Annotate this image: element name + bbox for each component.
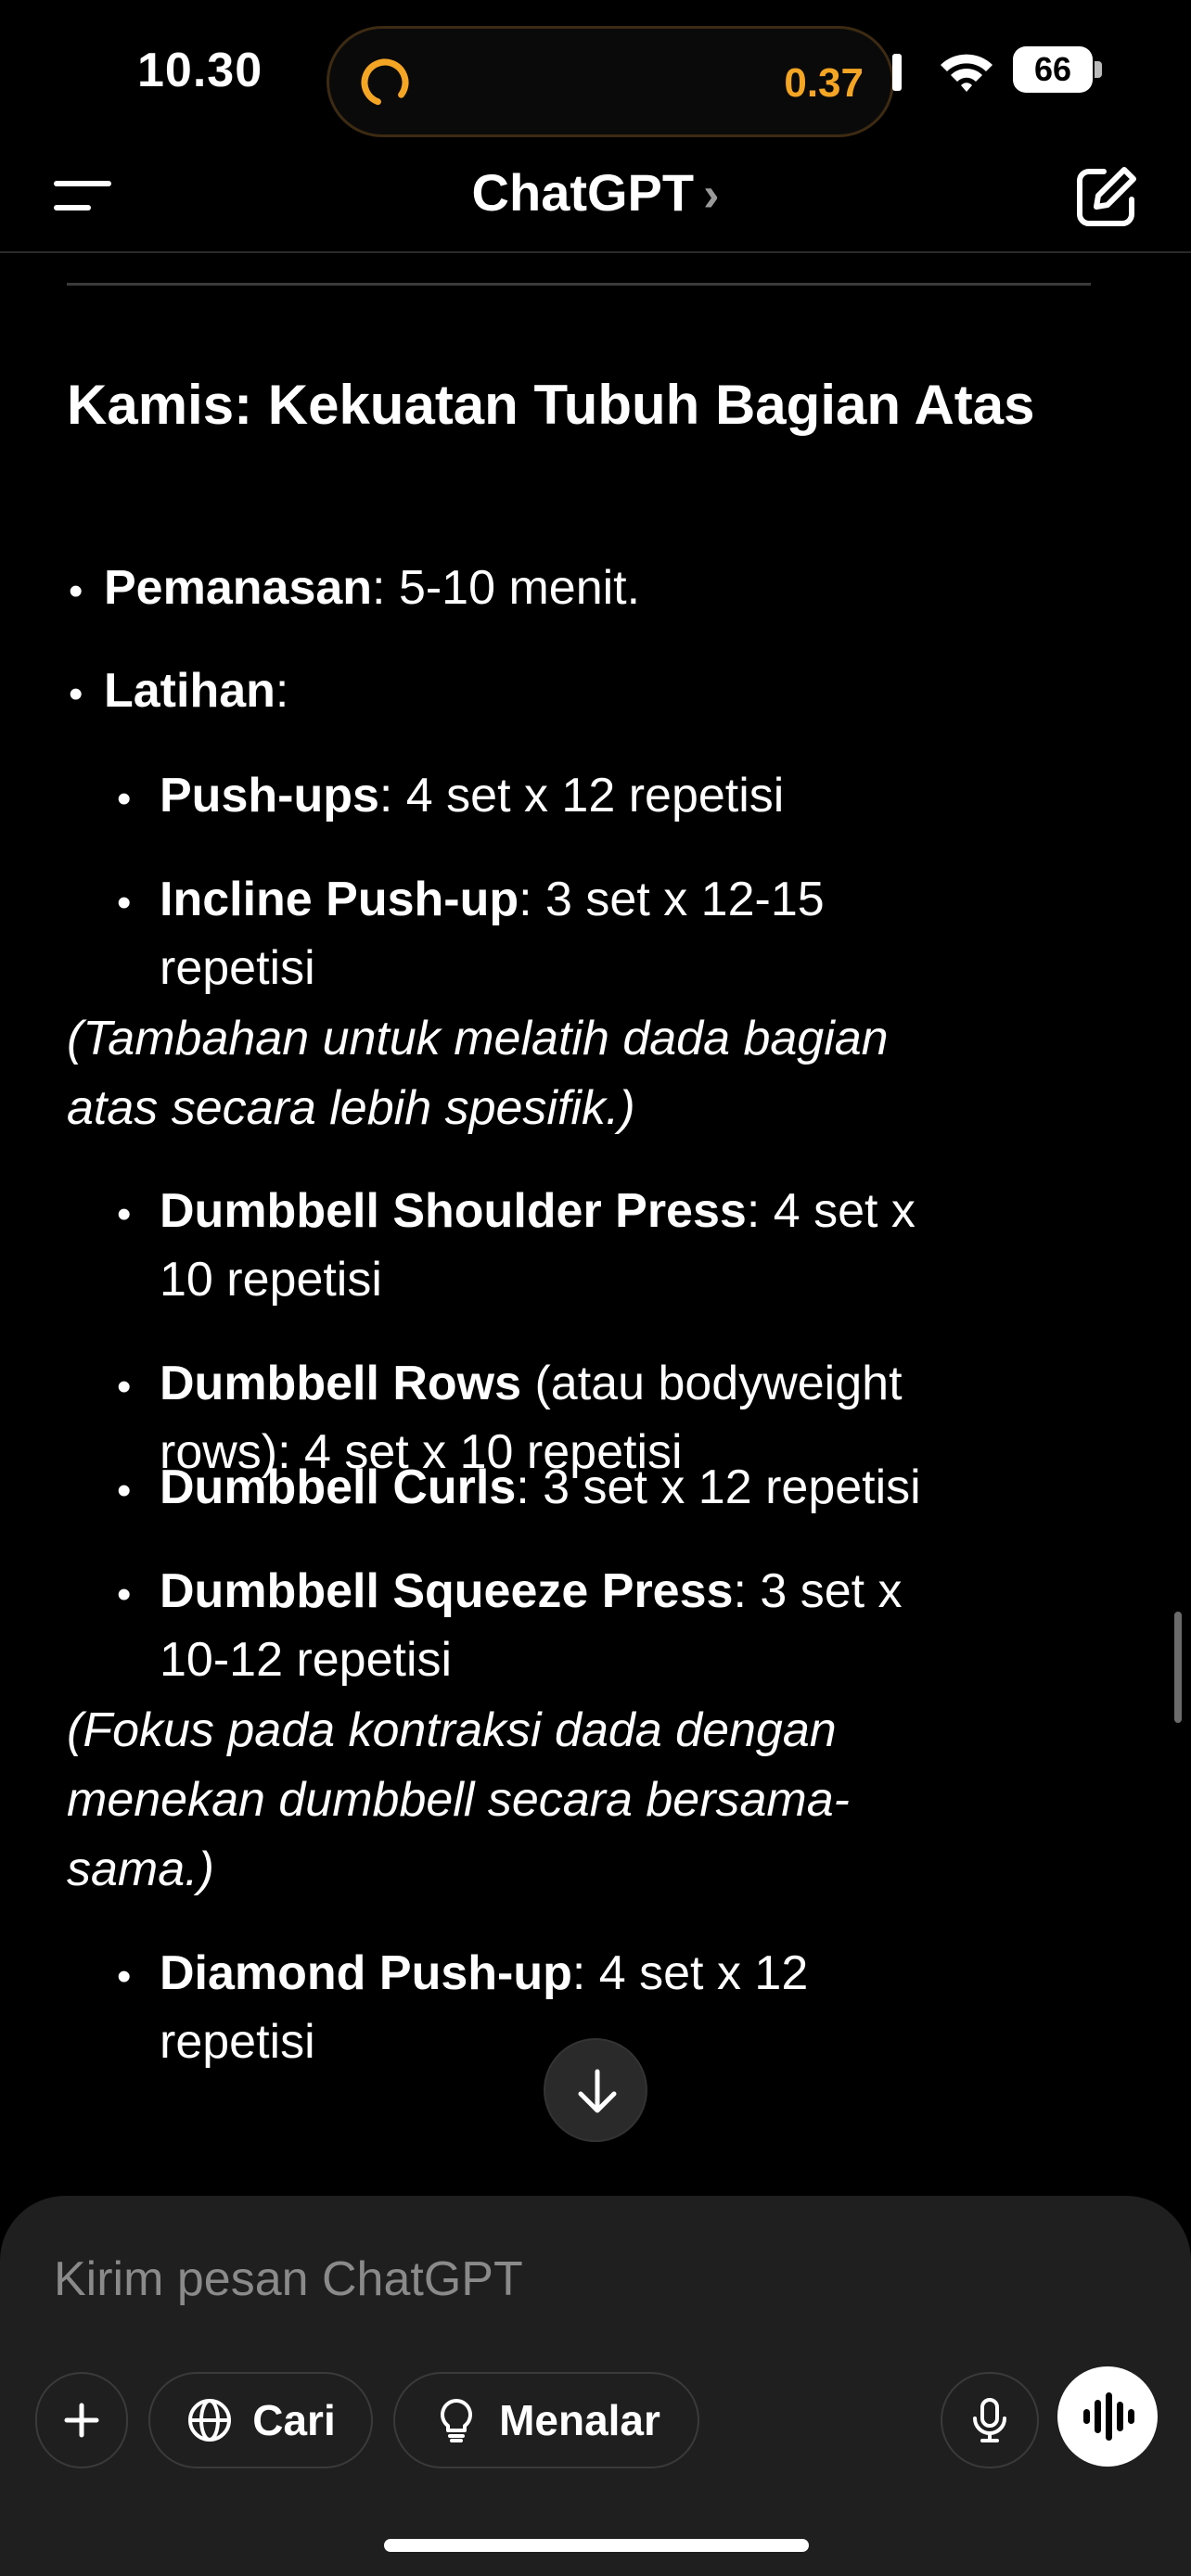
- dynamic-island[interactable]: 0.37: [327, 26, 894, 137]
- waveform-icon: [1083, 2392, 1134, 2441]
- message-composer: Kirim pesan ChatGPT Cari Menalar: [0, 2196, 1191, 2576]
- list-item-warmup: Pemanasan: 5-10 menit.: [104, 561, 641, 615]
- battery-level: 66: [1013, 46, 1093, 93]
- status-bar: 10.30 0.37 66: [0, 0, 1191, 144]
- note-squeeze-2: menekan dumbbell secara bersama-: [67, 1773, 850, 1827]
- list-item-incline-cont: repetisi: [160, 941, 315, 995]
- note-squeeze-1: (Fokus pada kontraksi dada dengan: [67, 1703, 837, 1757]
- top-navbar: ChatGPT ›: [0, 144, 1191, 253]
- attach-button[interactable]: [35, 2372, 128, 2468]
- list-item-rows: Dumbbell Rows (atau bodyweight: [160, 1357, 903, 1410]
- reason-label: Menalar: [499, 2396, 660, 2444]
- home-indicator[interactable]: [384, 2539, 809, 2552]
- voice-mode-button[interactable]: [1057, 2366, 1158, 2467]
- arrow-down-icon: [578, 2069, 617, 2113]
- list-item-squeeze-cont: 10-12 repetisi: [160, 1633, 453, 1687]
- divider: [67, 283, 1091, 286]
- wifi-icon: [941, 54, 992, 92]
- scrollbar[interactable]: [1174, 1612, 1182, 1723]
- chevron-right-icon: ›: [703, 168, 720, 222]
- globe-icon: [188, 2399, 232, 2442]
- list-item-shoulder-cont: 10 repetisi: [160, 1253, 382, 1307]
- bullet: •: [117, 1954, 132, 1999]
- bullet: •: [117, 1192, 132, 1237]
- list-item-pushups: Push-ups: 4 set x 12 repetisi: [160, 769, 785, 823]
- list-item-exercises: Latihan:: [104, 664, 289, 718]
- reason-button[interactable]: Menalar: [393, 2372, 699, 2468]
- bullet: •: [117, 1572, 132, 1617]
- message-input[interactable]: Kirim pesan ChatGPT: [54, 2251, 523, 2307]
- search-button[interactable]: Cari: [148, 2372, 373, 2468]
- lightbulb-icon: [441, 2399, 472, 2442]
- bullet: •: [69, 568, 83, 614]
- note-incline-2: atas secara lebih spesifik.): [67, 1081, 635, 1135]
- new-chat-icon[interactable]: [1072, 162, 1141, 231]
- list-item-incline: Incline Push-up: 3 set x 12-15: [160, 873, 825, 926]
- activity-spinner-icon: [361, 58, 409, 107]
- list-item-curls: Dumbbell Curls: 3 set x 12 repetisi: [160, 1460, 921, 1514]
- plus-icon: [64, 2403, 99, 2438]
- status-time: 10.30: [137, 44, 263, 97]
- section-heading: Kamis: Kekuatan Tubuh Bagian Atas: [67, 374, 1035, 436]
- page-title: ChatGPT: [471, 163, 695, 222]
- bullet: •: [117, 1468, 132, 1513]
- scroll-to-bottom-button[interactable]: [544, 2038, 647, 2142]
- microphone-icon: [973, 2398, 1006, 2442]
- list-item-squeeze: Dumbbell Squeeze Press: 3 set x: [160, 1564, 903, 1618]
- note-squeeze-3: sama.): [67, 1843, 214, 1896]
- battery-icon: 66: [1013, 46, 1102, 93]
- model-selector[interactable]: ChatGPT ›: [0, 162, 1191, 223]
- list-item-diamond: Diamond Push-up: 4 set x 12: [160, 1946, 809, 2000]
- bullet: •: [69, 671, 83, 717]
- chat-message: Kamis: Kekuatan Tubuh Bagian Atas • Pema…: [0, 253, 1191, 2191]
- bullet: •: [117, 776, 132, 822]
- search-label: Cari: [252, 2396, 336, 2444]
- bullet: •: [117, 1364, 132, 1409]
- island-value: 0.37: [784, 60, 864, 106]
- bullet: •: [117, 880, 132, 925]
- signal-icon: [892, 54, 902, 91]
- list-item-shoulder: Dumbbell Shoulder Press: 4 set x: [160, 1184, 916, 1238]
- dictate-button[interactable]: [941, 2372, 1039, 2468]
- list-item-diamond-cont: repetisi: [160, 2015, 315, 2069]
- note-incline-1: (Tambahan untuk melatih dada bagian: [67, 1012, 889, 1065]
